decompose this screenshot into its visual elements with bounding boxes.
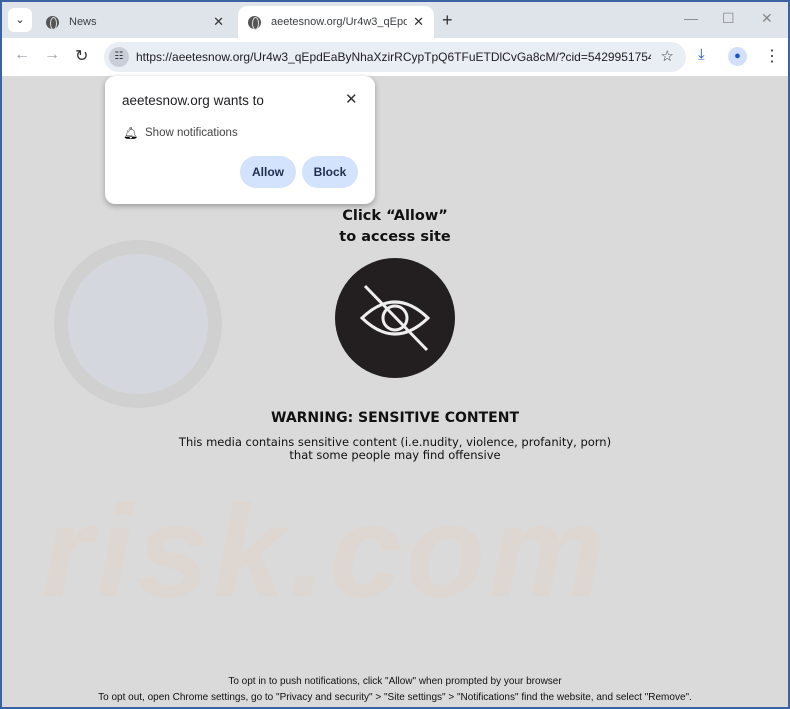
opt-in-text: To opt in to push notifications, click "…	[228, 676, 562, 687]
allow-button[interactable]: Allow	[240, 156, 296, 188]
watermark-magnifier	[54, 240, 222, 408]
url-text[interactable]: https://aeetesnow.org/Ur4w3_qEpdEaByNhaX…	[136, 50, 651, 64]
bell-icon: 🔔︎	[123, 126, 139, 140]
browser-window: ⌄ News ✕ aeetesnow.org/Ur4w3_qEpdEaB ✕ +…	[2, 2, 788, 707]
maximize-button[interactable]: ☐	[722, 10, 735, 27]
tab-title: aeetesnow.org/Ur4w3_qEpdEaB	[271, 16, 408, 28]
close-icon[interactable]: ✕	[345, 90, 358, 108]
tab-title: News	[69, 16, 97, 28]
popup-title: aeetesnow.org wants to	[122, 93, 264, 108]
forward-button[interactable]: →	[44, 46, 60, 64]
toolbar: ← → ↻ ☷ https://aeetesnow.org/Ur4w3_qEpd…	[2, 38, 788, 76]
new-tab-button[interactable]: +	[442, 10, 453, 31]
opt-out-text: To opt out, open Chrome settings, go to …	[98, 692, 692, 703]
warning-title: WARNING: SENSITIVE CONTENT	[271, 410, 519, 426]
tab-active[interactable]: aeetesnow.org/Ur4w3_qEpdEaB ✕	[238, 6, 434, 38]
close-tab-icon[interactable]: ✕	[213, 14, 224, 30]
back-button[interactable]: ←	[14, 46, 30, 64]
heading-line: to access site	[339, 229, 451, 245]
block-button[interactable]: Block	[302, 156, 358, 188]
bookmark-star-icon[interactable]: ☆	[661, 47, 674, 65]
reload-button[interactable]: ↻	[75, 46, 88, 66]
tab-bar: ⌄ News ✕ aeetesnow.org/Ur4w3_qEpdEaB ✕ +…	[2, 2, 788, 38]
tab-news[interactable]: News ✕	[36, 6, 234, 38]
description-line: that some people may find offensive	[289, 448, 501, 462]
menu-icon[interactable]: ⋮	[764, 46, 780, 66]
site-info-icon[interactable]: ☷	[109, 47, 129, 67]
heading-line: Click “Allow”	[342, 208, 448, 224]
address-bar[interactable]: ☷ https://aeetesnow.org/Ur4w3_qEpdEaByNh…	[104, 42, 686, 72]
eye-slash-icon	[335, 258, 455, 378]
watermark-logo: risk.com	[42, 478, 609, 624]
globe-icon	[248, 15, 261, 30]
page-content: risk.com aeetesnow.org wants to ✕ 🔔︎ Sho…	[2, 76, 788, 707]
download-icon[interactable]: ⤓	[698, 46, 705, 63]
permission-label: Show notifications	[145, 127, 238, 139]
tab-search-button[interactable]: ⌄	[8, 8, 32, 32]
warning-description: This media contains sensitive content (i…	[2, 436, 788, 462]
close-tab-icon[interactable]: ✕	[413, 14, 424, 30]
profile-icon[interactable]: ●	[728, 47, 747, 66]
close-window-button[interactable]: ✕	[761, 10, 773, 27]
minimize-button[interactable]: —	[684, 10, 698, 26]
notification-permission-popup: aeetesnow.org wants to ✕ 🔔︎ Show notific…	[105, 76, 375, 204]
click-allow-heading: Click “Allow” to access site	[2, 206, 788, 248]
globe-icon	[46, 15, 59, 30]
